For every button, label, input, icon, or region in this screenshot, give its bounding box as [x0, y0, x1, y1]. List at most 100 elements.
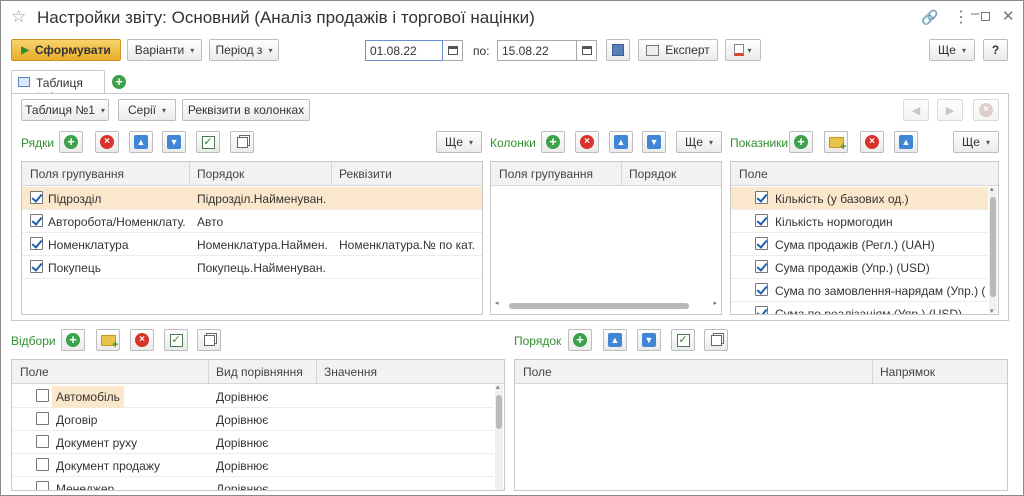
scroll-up-icon[interactable]: ▴ [496, 383, 500, 391]
rows-move-up-button[interactable]: ▲ [129, 131, 153, 153]
order-copy-button[interactable] [704, 329, 728, 351]
table-row[interactable]: Документ продажу Дорівнює [12, 454, 494, 477]
row-checkbox[interactable] [30, 214, 43, 227]
calendar-icon[interactable] [577, 40, 597, 61]
more-button[interactable]: Ще ▾ [929, 39, 975, 61]
table-row[interactable]: Договір Дорівнює [12, 408, 494, 431]
item-checkbox[interactable] [755, 237, 768, 250]
period-button[interactable]: Період з ▾ [209, 39, 279, 61]
item-checkbox[interactable] [755, 214, 768, 227]
columns-move-down-button[interactable]: ▼ [642, 131, 666, 153]
columns-add-button[interactable]: + [541, 131, 565, 153]
row-checkbox[interactable] [30, 260, 43, 273]
filters-add-button[interactable]: + [61, 329, 85, 351]
filters-delete-button[interactable]: × [130, 329, 154, 351]
indicators-add-button[interactable]: + [789, 131, 813, 153]
variants-button[interactable]: Варіанти ▾ [127, 39, 202, 61]
indicators-delete-button[interactable]: × [860, 131, 884, 153]
tab-table-1[interactable]: Таблиця №1 [11, 70, 105, 104]
vertical-scrollbar[interactable]: ▴ ▾ [989, 185, 997, 314]
list-item[interactable]: Сума продажів (Регл.) (UAH) [731, 233, 988, 256]
vertical-scrollbar[interactable]: ▴ [495, 383, 503, 490]
row-checkbox[interactable] [36, 435, 49, 448]
list-item[interactable]: Кількість нормогодин [731, 210, 988, 233]
list-item[interactable]: Сума продажів (Упр.) (USD) [731, 256, 988, 279]
date-to-input[interactable]: 15.08.22 [497, 40, 577, 61]
list-item[interactable]: Кількість (у базових од.) [731, 187, 988, 210]
row-checkbox[interactable] [36, 458, 49, 471]
table-row[interactable]: Номенклатура Номенклатура.Наймен... Номе… [22, 233, 482, 256]
rows-more-button[interactable]: Ще ▾ [436, 131, 482, 153]
rows-delete-button[interactable]: × [95, 131, 119, 153]
scroll-down-icon[interactable]: ▾ [990, 307, 994, 314]
filters-check-all-button[interactable]: ✓ [164, 329, 188, 351]
column-header[interactable]: Порядок [197, 167, 244, 181]
item-checkbox[interactable] [755, 306, 768, 314]
indicators-more-button[interactable]: Ще ▾ [953, 131, 999, 153]
indicators-move-up-button[interactable]: ▲ [894, 131, 918, 153]
table-row[interactable]: Документ руху Дорівнює [12, 431, 494, 454]
row-checkbox[interactable] [30, 191, 43, 204]
horizontal-scrollbar[interactable]: ◂ ▸ [495, 299, 717, 310]
column-header[interactable]: Значення [324, 365, 377, 379]
column-header[interactable]: Реквізити [339, 167, 392, 181]
rows-move-down-button[interactable]: ▼ [162, 131, 186, 153]
export-menu-button[interactable]: ▾ [725, 39, 761, 61]
scroll-thumb[interactable] [496, 395, 502, 429]
item-checkbox[interactable] [755, 283, 768, 296]
close-icon[interactable]: ✕ [1002, 7, 1015, 25]
table-row[interactable]: Підрозділ Підрозділ.Найменуван... [22, 187, 482, 210]
row-checkbox[interactable] [30, 237, 43, 250]
help-button[interactable]: ? [983, 39, 1008, 61]
column-header[interactable]: Поле [739, 167, 768, 181]
columns-move-up-button[interactable]: ▲ [609, 131, 633, 153]
column-header[interactable]: Поле [523, 365, 552, 379]
maximize-icon[interactable] [981, 12, 990, 21]
rows-add-button[interactable]: + [59, 131, 83, 153]
column-header[interactable]: Вид порівняння [216, 365, 303, 379]
column-header[interactable]: Порядок [629, 167, 676, 181]
generate-button[interactable]: ▶ Сформувати [11, 39, 121, 61]
row-checkbox[interactable] [36, 412, 49, 425]
order-move-up-button[interactable]: ▲ [603, 329, 627, 351]
add-tab-button[interactable]: + [109, 72, 129, 92]
save-button[interactable] [606, 39, 630, 61]
item-checkbox[interactable] [755, 191, 768, 204]
column-header[interactable]: Поля групування [30, 167, 124, 181]
attributes-in-columns-button[interactable]: Реквізити в колонках [182, 99, 310, 121]
rows-copy-button[interactable] [230, 131, 254, 153]
list-item[interactable]: Сума по реалізаціям (Упр.) (USD) [731, 302, 988, 314]
expert-button[interactable]: Експерт [638, 39, 718, 61]
row-checkbox[interactable] [36, 481, 49, 490]
order-check-all-button[interactable]: ✓ [671, 329, 695, 351]
row-checkbox[interactable] [36, 389, 49, 402]
scroll-thumb[interactable] [509, 303, 689, 309]
more-menu-icon[interactable]: ⋮ [953, 7, 969, 27]
column-header[interactable]: Напрямок [880, 365, 935, 379]
order-move-down-button[interactable]: ▼ [637, 329, 661, 351]
order-add-button[interactable]: + [568, 329, 592, 351]
link-icon[interactable]: 🔗 [921, 9, 938, 26]
favorite-star-icon[interactable]: ☆ [11, 7, 26, 27]
table-select-button[interactable]: Таблиця №1 ▾ [21, 99, 109, 121]
list-item[interactable]: Сума по замовлення-нарядам (Упр.) (... [731, 279, 988, 302]
table-row[interactable]: Менеджер Дорівнює [12, 477, 494, 490]
scroll-thumb[interactable] [990, 197, 996, 297]
calendar-icon[interactable] [443, 40, 463, 61]
column-header[interactable]: Поле [20, 365, 49, 379]
scroll-up-icon[interactable]: ▴ [990, 185, 994, 193]
scroll-right-icon[interactable]: ▸ [713, 299, 717, 307]
rows-check-all-button[interactable]: ✓ [196, 131, 220, 153]
column-header[interactable]: Поля групування [499, 167, 593, 181]
table-row[interactable]: Покупець Покупець.Найменуван... [22, 256, 482, 279]
minimize-icon[interactable]: – [971, 5, 979, 22]
scroll-left-icon[interactable]: ◂ [495, 299, 499, 307]
columns-more-button[interactable]: Ще ▾ [676, 131, 722, 153]
indicators-add-group-button[interactable] [824, 131, 848, 153]
columns-delete-button[interactable]: × [575, 131, 599, 153]
filters-copy-button[interactable] [197, 329, 221, 351]
item-checkbox[interactable] [755, 260, 768, 273]
table-row[interactable]: Автомобіль Дорівнює [12, 385, 494, 408]
series-button[interactable]: Серії ▾ [118, 99, 176, 121]
table-row[interactable]: Авторобота/Номенклату... Авто [22, 210, 482, 233]
